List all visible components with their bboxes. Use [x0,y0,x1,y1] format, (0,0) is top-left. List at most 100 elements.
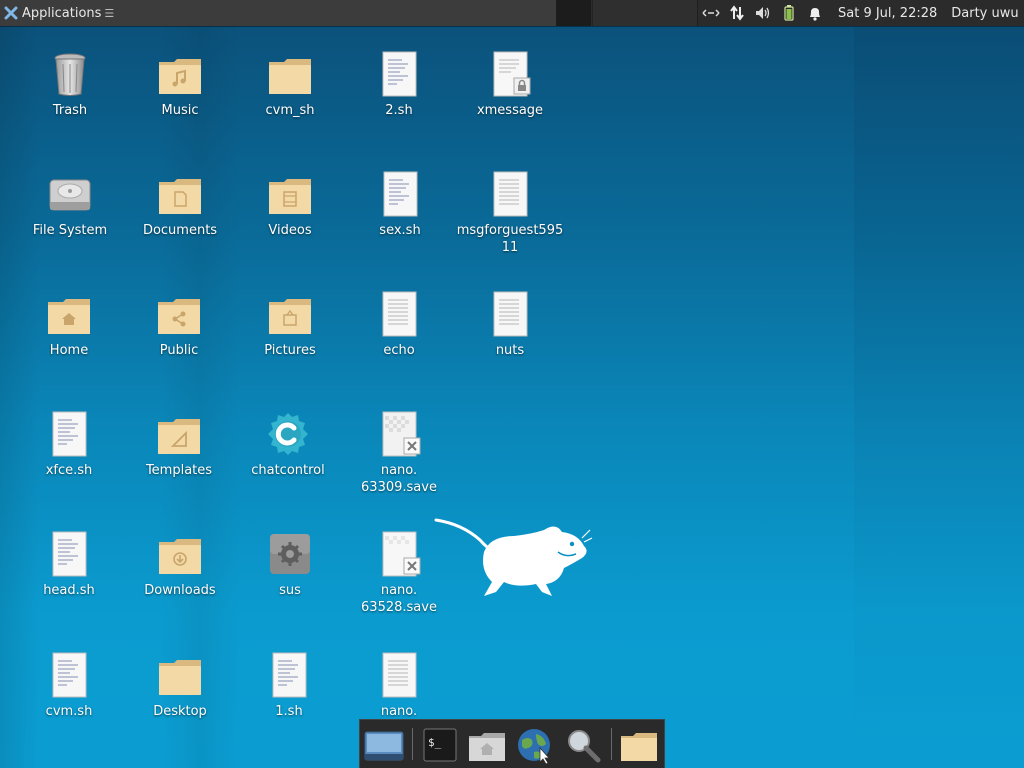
desktop-icon-msgforguest59511[interactable]: msgforguest59511 [455,170,565,256]
text-file-icon [383,171,418,217]
text-file-icon [382,652,417,698]
desktop-icon-label: 2.sh [385,103,413,118]
desktop-icon-label: Videos [268,223,312,238]
text-file-icon [382,291,417,337]
xfce-mouse-logo [434,518,593,596]
text-file-icon [272,652,307,698]
folder-downloads-icon [159,539,201,574]
desktop-icon-label: nuts [495,343,525,358]
desktop-icon-cvm-sh-folder[interactable]: cvm_sh [235,50,345,119]
desktop-icon-documents[interactable]: Documents [125,170,235,239]
home-folder-icon [469,733,505,761]
folder-pictures-icon [269,299,311,334]
desktop-icon-label: cvm.sh [45,704,93,719]
desktop-icon-desktop[interactable]: Desktop [125,651,235,720]
desktop-icon-cvm-sh[interactable]: cvm.sh [14,651,124,720]
folder-public-icon [158,299,200,334]
applications-menu-button[interactable]: Applications ☰ [0,0,557,26]
desktop-icon-nuts[interactable]: nuts [455,290,565,359]
desktop-icon-downloads[interactable]: Downloads [125,530,235,599]
text-file-icon [52,531,87,577]
desktop-icon-label: Documents [142,223,218,238]
web-browser-icon [518,729,550,765]
desktop-icon-pictures[interactable]: Pictures [235,290,345,359]
desktop-icon-label: Pictures [264,343,316,358]
desktop-icon-templates[interactable]: Templates [124,410,234,479]
desktop-icon-nano-63309-save[interactable]: nano. 63309.save [344,410,454,496]
desktop-icon-label: Trash [52,103,88,118]
gear-settings-icon [270,534,310,574]
desktop-icon-label: Public [159,343,199,358]
network-arrows-icon[interactable] [698,0,724,26]
text-file-icon [52,652,87,698]
broken-file-icon [382,411,421,457]
text-file-icon [493,171,528,217]
desktop-icon-file-system[interactable]: File System [15,170,125,239]
folder-home-icon [48,299,90,334]
desktop-icon-home[interactable]: Home [14,290,124,359]
desktop-icon-sex-sh[interactable]: sex.sh [345,170,455,239]
desktop-icon-trash[interactable]: Trash [15,50,125,119]
workspace-1[interactable] [557,0,591,26]
desktop-icon-sus[interactable]: sus [235,530,345,599]
desktop-icon-label: Downloads [144,583,216,598]
desktop-icon-label: Desktop [153,704,207,719]
text-file-icon [382,51,417,97]
desktop-icon-label: echo [383,343,415,358]
desktop-icon-videos[interactable]: Videos [235,170,345,239]
desktop-icon-label: Home [49,343,89,358]
desktop-icon-xmessage[interactable]: xmessage [455,50,565,119]
desktop-icon-label: sex.sh [379,223,421,238]
xfce-logo-icon [4,6,18,20]
desktop-icon-label: cvm_sh [265,103,315,118]
terminal-button[interactable]: $_ [420,726,460,764]
folder-icon [159,660,201,695]
user-name[interactable]: Darty uwu [951,6,1018,21]
folder-documents-icon [159,179,201,214]
terminal-icon: $_ [423,728,457,762]
desktop-background-band [854,26,1024,768]
notification-bell-icon[interactable] [802,0,828,26]
desktop-icon-label: chatcontrol [251,463,325,478]
search-icon [568,730,601,763]
desktop-icon-label: msgforguest59511 [456,223,564,255]
desktop-icon-chatcontrol[interactable]: chatcontrol [233,410,343,479]
menu-glyph: ☰ [104,6,115,20]
drive-icon [49,179,91,211]
desktop-icon-head-sh[interactable]: head.sh [14,530,124,599]
dock-separator [412,728,413,760]
text-file-icon [52,411,87,457]
desktop-icon-echo[interactable]: echo [344,290,454,359]
broken-file-icon [382,531,421,577]
battery-icon[interactable] [776,0,802,26]
workspace-2[interactable] [592,0,697,26]
show-desktop-button[interactable] [364,726,404,764]
chatcontrol-app-icon [268,413,308,455]
desktop-icon-label: sus [279,583,301,598]
desktop-icon-label: xfce.sh [45,463,93,478]
file-manager-icon [621,733,657,761]
folder-templates-icon [158,419,200,454]
desktop-icon-label: Music [161,103,199,118]
folder-icon [269,59,311,94]
updown-arrows-icon[interactable] [724,0,750,26]
clock[interactable]: Sat 9 Jul, 22:28 [838,6,937,21]
folder-music-icon [159,59,201,94]
desktop-icon-label: File System [32,223,108,238]
desktop-icon-xfce-sh[interactable]: xfce.sh [14,410,124,479]
desktop-icon-1-sh[interactable]: 1.sh [234,651,344,720]
show-desktop-icon [364,731,404,761]
volume-icon[interactable] [750,0,776,26]
search-button[interactable] [563,726,603,764]
desktop-icon-label: head.sh [43,583,95,598]
desktop-icon-music[interactable]: Music [125,50,235,119]
desktop-icon-nano[interactable]: nano. [344,651,454,720]
home-folder-button[interactable] [467,726,507,764]
system-tray: Sat 9 Jul, 22:28 Darty uwu [697,0,1024,26]
top-panel: Applications ☰ Sat 9 Jul, 22:28 Darty uw… [0,0,1024,26]
desktop-icon-public[interactable]: Public [124,290,234,359]
locked-file-icon [493,51,531,97]
desktop-icon-2-sh[interactable]: 2.sh [344,50,454,119]
file-manager-button[interactable] [619,726,659,764]
web-browser-button[interactable] [514,726,554,765]
